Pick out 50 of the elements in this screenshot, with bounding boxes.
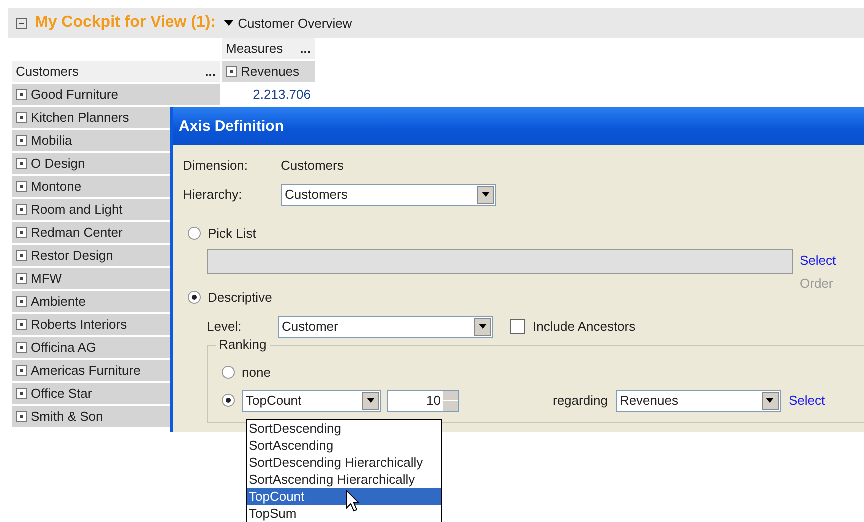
dropdown-option[interactable]: SortDescending: [247, 420, 441, 437]
customers-header: Customers ...: [12, 61, 220, 82]
expand-icon[interactable]: [16, 250, 27, 261]
ranking-function-select[interactable]: TopCount: [242, 390, 381, 412]
select-link[interactable]: Select: [788, 393, 826, 408]
checkbox[interactable]: [510, 319, 525, 334]
expand-icon[interactable]: [16, 181, 27, 192]
expand-icon[interactable]: [16, 273, 27, 284]
expand-icon[interactable]: [16, 411, 27, 422]
radio-button[interactable]: [188, 227, 201, 240]
radio-button[interactable]: [222, 366, 235, 379]
dropdown-option[interactable]: TopSum: [247, 505, 441, 522]
hierarchy-select[interactable]: Customers: [281, 184, 496, 206]
dropdown-option[interactable]: TopCount: [247, 488, 441, 505]
regarding-select[interactable]: Revenues: [616, 390, 781, 412]
pick-list-field[interactable]: [207, 249, 793, 274]
cursor-icon: [346, 490, 360, 512]
pick-list-link[interactable]: Select: [800, 249, 836, 272]
dialog-title-bar: Axis Definition: [173, 107, 864, 145]
dropdown-option[interactable]: SortAscending: [247, 437, 441, 454]
expand-icon[interactable]: [16, 388, 27, 399]
expand-icon[interactable]: [16, 112, 27, 123]
ranking-option[interactable]: none: [222, 365, 271, 380]
field-label: regarding: [553, 393, 608, 408]
customer-row[interactable]: Good Furniture: [12, 84, 220, 105]
measures-header: Measures ...: [222, 38, 315, 59]
expand-icon[interactable]: [16, 342, 27, 353]
collapse-icon[interactable]: [16, 18, 27, 28]
dropdown-triangle-icon[interactable]: [224, 20, 234, 26]
measure-header: Revenues: [222, 61, 315, 82]
view-name[interactable]: Customer Overview: [238, 16, 352, 30]
expand-icon[interactable]: [226, 66, 237, 77]
dimension-value: Customers: [281, 158, 344, 173]
group-legend: Ranking: [216, 337, 270, 352]
expand-icon[interactable]: [16, 158, 27, 169]
cockpit-title: My Cockpit for View (1):: [35, 14, 216, 32]
expand-icon[interactable]: [16, 319, 27, 330]
radio-button[interactable]: [188, 291, 201, 304]
count-spinner[interactable]: 10: [387, 390, 459, 412]
radio-button[interactable]: [222, 394, 235, 407]
dropdown-option[interactable]: SortAscending Hierarchically: [247, 471, 441, 488]
expand-icon[interactable]: [16, 89, 27, 100]
expand-icon[interactable]: [16, 227, 27, 238]
expand-icon[interactable]: [16, 204, 27, 215]
checkbox-label: Include Ancestors: [533, 319, 636, 334]
expand-icon[interactable]: [16, 135, 27, 146]
level-select[interactable]: Customer: [278, 316, 493, 338]
dropdown-option[interactable]: SortDescending Hierarchically: [247, 454, 441, 471]
expand-icon[interactable]: [16, 365, 27, 376]
expand-icon[interactable]: [16, 296, 27, 307]
